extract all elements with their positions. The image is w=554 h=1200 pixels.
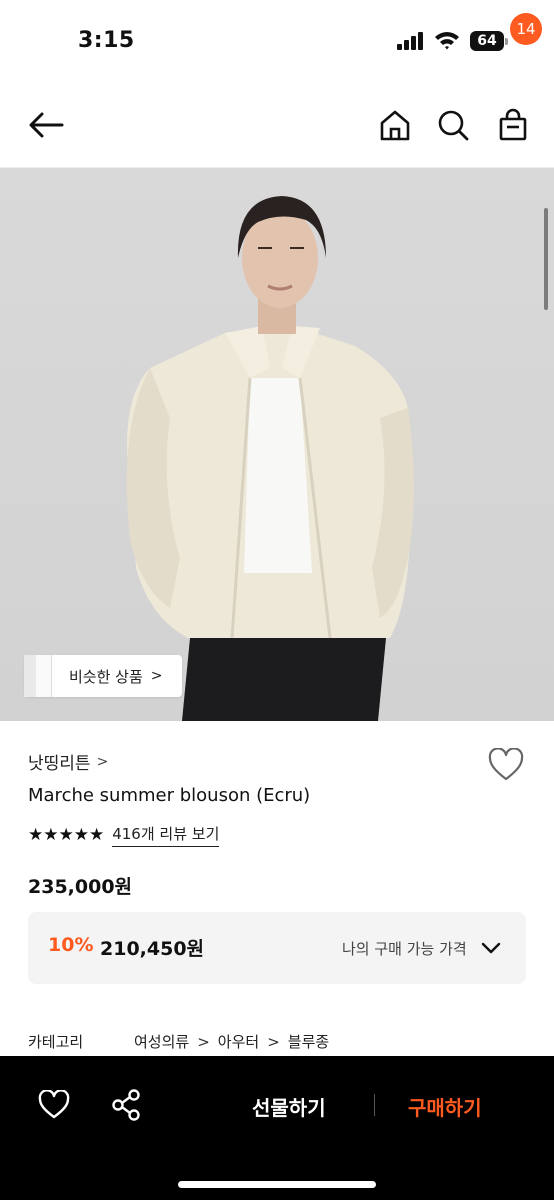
status-time: 3:15 xyxy=(78,28,135,53)
top-navigation xyxy=(0,80,554,168)
breadcrumb-separator-icon: > xyxy=(197,1032,210,1051)
category-breadcrumb: 카테고리 여성의류 > 아우터 > 블루종 xyxy=(28,1031,528,1052)
battery-level: 64 xyxy=(470,31,504,51)
star-rating-icon: ★★★★★ xyxy=(28,825,105,845)
shopping-bag-icon[interactable] xyxy=(496,108,530,142)
share-icon[interactable] xyxy=(110,1088,142,1122)
chevron-right-icon: > xyxy=(96,753,109,770)
bottom-action-bar: 선물하기 구매하기 xyxy=(0,1056,554,1200)
sale-price: 210,450원 xyxy=(100,938,205,960)
brand-name: 낫띵리튼 xyxy=(28,754,91,774)
category-path: 여성의류 > 아우터 > 블루종 xyxy=(134,1031,329,1052)
model-photo xyxy=(0,168,554,721)
breadcrumb-separator-icon: > xyxy=(267,1032,280,1051)
chevron-down-icon xyxy=(481,942,501,954)
discount-rate: 10% xyxy=(48,934,94,956)
brand-link[interactable]: 낫띵리튼 > xyxy=(28,749,109,775)
home-indicator xyxy=(178,1181,376,1188)
similar-thumbnail xyxy=(24,655,52,697)
buy-button[interactable]: 구매하기 xyxy=(408,1092,482,1121)
signal-icon xyxy=(397,32,423,50)
back-arrow-icon[interactable] xyxy=(26,108,66,142)
original-price: 235,000원 xyxy=(28,876,133,898)
similar-products-label: 비슷한 상품 xyxy=(69,667,143,686)
battery-icon: 64 xyxy=(470,31,508,51)
category-outer[interactable]: 아우터 xyxy=(218,1031,259,1052)
home-icon[interactable] xyxy=(378,108,412,142)
chevron-right-icon: > xyxy=(150,668,163,684)
gift-button[interactable]: 선물하기 xyxy=(252,1092,326,1121)
review-link[interactable]: 416개 리뷰 보기 xyxy=(112,823,220,847)
my-price-dropdown[interactable]: 10% 210,450원 나의 구매 가능 가격 xyxy=(28,912,526,984)
rating-row: ★★★★★ 416개 리뷰 보기 xyxy=(28,823,220,847)
my-price-label: 나의 구매 가능 가격 xyxy=(342,940,467,958)
category-label: 카테고리 xyxy=(28,1033,84,1051)
category-women-clothing[interactable]: 여성의류 xyxy=(134,1031,189,1052)
divider xyxy=(374,1094,375,1116)
heart-icon[interactable] xyxy=(488,748,524,782)
search-icon[interactable] xyxy=(436,108,470,142)
product-image[interactable] xyxy=(0,168,554,721)
image-scroll-indicator xyxy=(544,208,548,310)
product-title: Marche summer blouson (Ecru) xyxy=(28,785,311,806)
status-bar: 3:15 64 xyxy=(0,0,554,80)
wifi-icon xyxy=(435,32,459,50)
heart-icon[interactable] xyxy=(38,1090,70,1120)
battery-cap xyxy=(505,38,508,45)
cart-count-badge: 14 xyxy=(510,13,542,45)
category-blouson[interactable]: 블루종 xyxy=(288,1031,329,1052)
similar-products-button[interactable]: 비슷한 상품 > xyxy=(24,655,182,697)
